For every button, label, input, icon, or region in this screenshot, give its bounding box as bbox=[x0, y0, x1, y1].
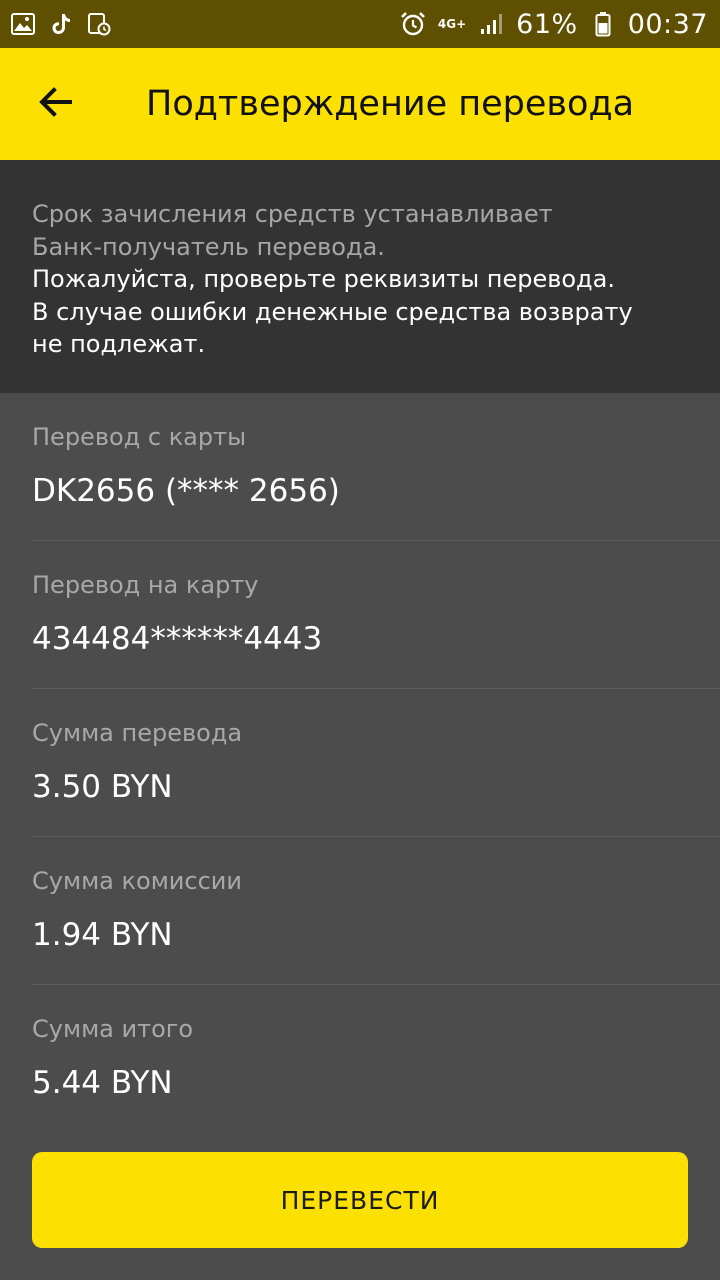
detail-value: 1.94 BYN bbox=[32, 917, 173, 953]
confirm-transfer-button[interactable]: ПЕРЕВЕСТИ bbox=[32, 1152, 688, 1248]
back-button[interactable] bbox=[26, 76, 86, 132]
status-bar: 4G+ 61% 00:37 bbox=[0, 0, 720, 48]
detail-label: Перевод с карты bbox=[32, 423, 247, 451]
alarm-icon bbox=[400, 11, 426, 37]
detail-label: Сумма перевода bbox=[32, 719, 243, 747]
transfer-notice: Срок зачисления средств устанавливает Ба… bbox=[0, 160, 720, 393]
notice-warning-line: В случае ошибки денежные средства возвра… bbox=[32, 297, 633, 326]
battery-percent: 61% bbox=[516, 8, 578, 40]
detail-value: 3.50 BYN bbox=[32, 769, 173, 805]
notice-warning-line: не подлежат. bbox=[32, 330, 206, 358]
battery-icon bbox=[590, 11, 616, 37]
signal-icon bbox=[478, 11, 504, 37]
status-bar-left bbox=[10, 11, 112, 37]
detail-value: 5.44 BYN bbox=[32, 1065, 173, 1101]
detail-row-source-card: Перевод с карты DK2656 (**** 2656) bbox=[32, 393, 720, 541]
tiktok-icon bbox=[48, 11, 74, 37]
media-timer-icon bbox=[86, 11, 112, 37]
detail-row-total: Сумма итого 5.44 BYN bbox=[32, 985, 720, 1133]
gallery-icon bbox=[10, 11, 36, 37]
notice-line: Срок зачисления средств устанавливает bbox=[32, 200, 553, 228]
detail-row-destination-card: Перевод на карту 434484******4443 bbox=[32, 541, 720, 689]
transfer-details: Перевод с карты DK2656 (**** 2656) Перев… bbox=[0, 393, 720, 1133]
notice-warning-line: Пожалуйста, проверьте реквизиты перевода… bbox=[32, 265, 615, 293]
detail-label: Сумма комиссии bbox=[32, 867, 242, 895]
detail-row-amount: Сумма перевода 3.50 BYN bbox=[32, 689, 720, 837]
clock: 00:37 bbox=[627, 8, 708, 40]
detail-label: Сумма итого bbox=[32, 1015, 194, 1043]
arrow-left-icon bbox=[36, 82, 76, 126]
detail-row-commission: Сумма комиссии 1.94 BYN bbox=[32, 837, 720, 985]
page-title: Подтверждение перевода bbox=[146, 84, 635, 124]
detail-label: Перевод на карту bbox=[32, 571, 259, 599]
status-bar-right: 4G+ 61% 00:37 bbox=[400, 9, 708, 40]
detail-value: DK2656 (**** 2656) bbox=[32, 473, 340, 509]
notice-line: Банк-получатель перевода. bbox=[32, 232, 385, 261]
app-bar: Подтверждение перевода bbox=[0, 48, 720, 160]
network-type: 4G+ bbox=[437, 16, 467, 31]
detail-value: 434484******4443 bbox=[32, 621, 323, 657]
